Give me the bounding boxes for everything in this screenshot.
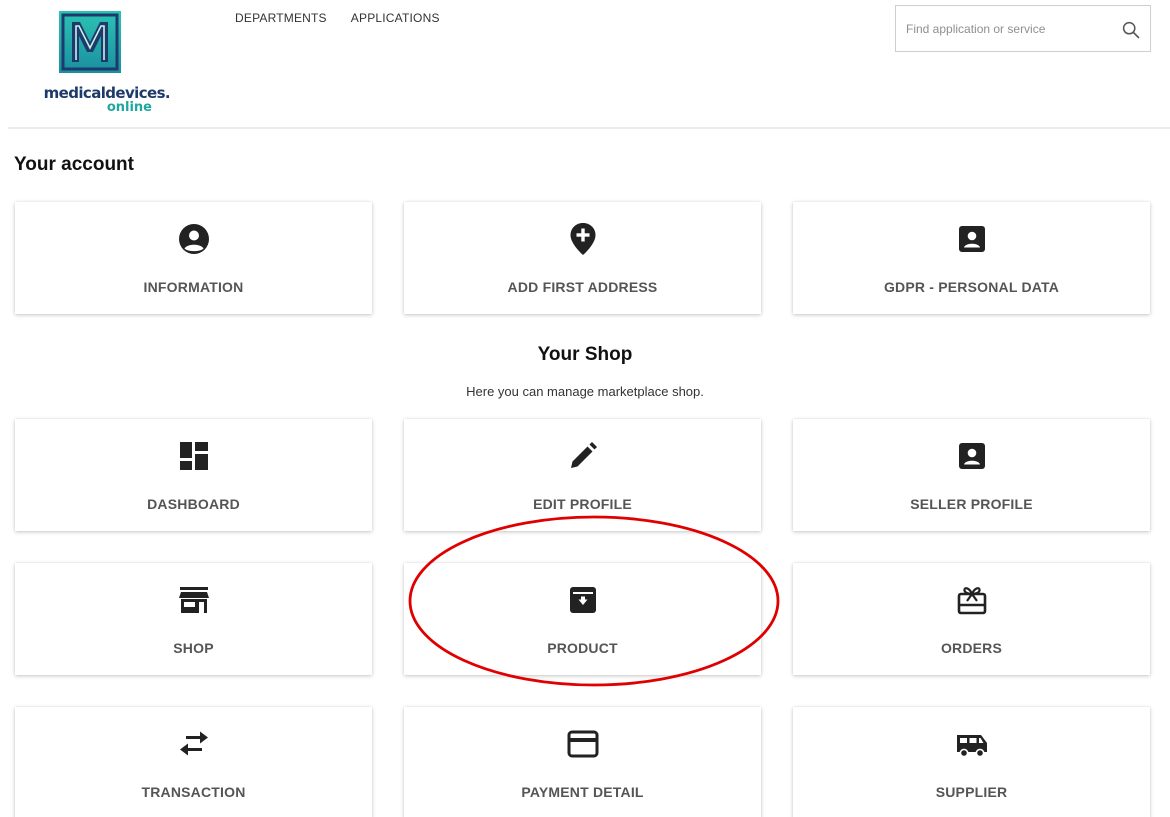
card-dashboard[interactable]: DASHBOARD — [15, 419, 372, 531]
card-label: INFORMATION — [143, 279, 244, 295]
card-product[interactable]: PRODUCT — [404, 563, 761, 675]
storefront-icon — [15, 583, 372, 617]
card-orders[interactable]: ORDERS — [793, 563, 1150, 675]
logo-m-icon — [59, 11, 121, 73]
card-label: ORDERS — [940, 640, 1003, 656]
card-label: TRANSACTION — [141, 784, 246, 800]
dashboard-icon — [15, 439, 372, 473]
card-payment-detail[interactable]: PAYMENT DETAIL — [404, 707, 761, 817]
card-label: PRODUCT — [547, 640, 618, 656]
logo-line1: medicaldevices. — [43, 84, 171, 102]
search-input[interactable] — [906, 19, 1106, 39]
nav-departments[interactable]: DEPARTMENTS — [235, 11, 327, 25]
site-header: medicaldevices. online DEPARTMENTS APPLI… — [0, 0, 1170, 129]
card-label: SUPPLIER — [935, 784, 1008, 800]
card-edit-profile[interactable]: EDIT PROFILE — [404, 419, 761, 531]
shop-section-subtitle: Here you can manage marketplace shop. — [466, 384, 704, 399]
archive-box-icon — [404, 583, 761, 617]
card-label: EDIT PROFILE — [533, 496, 632, 512]
card-add-first-address[interactable]: ADD FIRST ADDRESS — [404, 202, 761, 314]
shop-section-title: Your Shop — [537, 344, 633, 365]
gift-card-icon — [793, 583, 1150, 617]
card-label: DASHBOARD — [147, 496, 240, 512]
logo-line2: online — [106, 100, 152, 115]
card-seller-profile[interactable]: SELLER PROFILE — [793, 419, 1150, 531]
card-shop[interactable]: SHOP — [15, 563, 372, 675]
nav-applications[interactable]: APPLICATIONS — [351, 11, 440, 25]
card-supplier[interactable]: SUPPLIER — [793, 707, 1150, 817]
card-information[interactable]: INFORMATION — [15, 202, 372, 314]
card-label: PAYMENT DETAIL — [521, 784, 644, 800]
card-label: ADD FIRST ADDRESS — [507, 279, 658, 295]
site-logo[interactable]: medicaldevices. online — [10, 8, 175, 123]
van-icon — [793, 727, 1150, 761]
pencil-icon — [404, 439, 761, 473]
card-label: SHOP — [173, 640, 214, 656]
contact-card-icon — [793, 222, 1150, 256]
header-divider — [8, 127, 1170, 129]
search-box — [895, 5, 1151, 52]
map-marker-plus-icon — [404, 222, 761, 256]
logo-wordmark: medicaldevices. online — [10, 84, 171, 115]
card-gdpr-personal-data[interactable]: GDPR - PERSONAL DATA — [793, 202, 1150, 314]
card-transaction[interactable]: TRANSACTION — [15, 707, 372, 817]
swap-arrows-icon — [15, 727, 372, 761]
card-label: SELLER PROFILE — [910, 496, 1033, 512]
contact-card-icon — [793, 439, 1150, 473]
search-icon[interactable] — [1122, 21, 1140, 39]
credit-card-icon — [404, 727, 761, 761]
card-label: GDPR - PERSONAL DATA — [883, 279, 1060, 295]
main-nav: DEPARTMENTS APPLICATIONS — [235, 11, 440, 25]
user-circle-icon — [15, 222, 372, 256]
account-section-title: Your account — [14, 154, 134, 175]
